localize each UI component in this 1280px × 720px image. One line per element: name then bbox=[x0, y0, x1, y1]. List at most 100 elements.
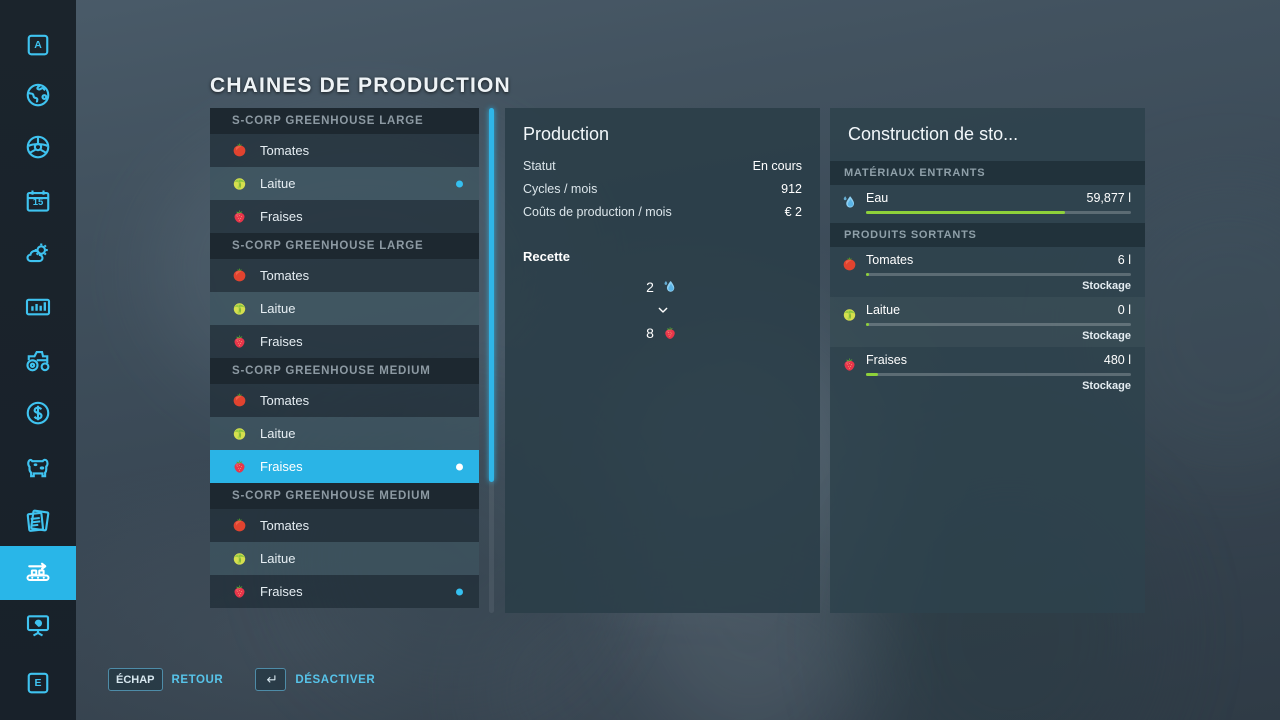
status-dot bbox=[456, 588, 463, 595]
lettuce-icon bbox=[840, 305, 859, 324]
storage-fill-bar-value bbox=[866, 373, 878, 376]
help-bar: ÉCHAP RETOUR DÉSACTIVER bbox=[108, 668, 375, 691]
status-dot bbox=[456, 180, 463, 187]
water-drop-icon bbox=[661, 278, 679, 296]
list-scrollbar-thumb[interactable] bbox=[489, 108, 494, 482]
sidebar-item-finances[interactable] bbox=[0, 386, 76, 440]
list-item[interactable]: Laitue bbox=[210, 292, 479, 325]
sidebar-item-weather[interactable] bbox=[0, 226, 76, 280]
recipe-amount: 2 bbox=[646, 279, 654, 295]
storage-panel-title: Construction de sto... bbox=[848, 124, 1019, 144]
tomato-icon bbox=[230, 266, 249, 285]
lettuce-icon bbox=[230, 424, 249, 443]
list-item-label: Tomates bbox=[260, 393, 310, 408]
keycap: ÉCHAP bbox=[108, 668, 163, 691]
list-item-label: Tomates bbox=[260, 518, 310, 533]
list-item-label: Laitue bbox=[260, 301, 296, 316]
production-stat-label: Coûts de production / mois bbox=[523, 205, 672, 219]
storage-row-value: 480 l bbox=[1103, 353, 1131, 367]
production-stat-label: Cycles / mois bbox=[523, 182, 598, 196]
sidebar-item-contracts[interactable] bbox=[0, 494, 76, 548]
list-item[interactable]: Laitue bbox=[210, 417, 479, 450]
production-stat-row: Coûts de production / mois € 2 bbox=[505, 205, 820, 219]
sidebar-item-key-label: A bbox=[34, 39, 42, 51]
storage-fill-bar-value bbox=[866, 273, 870, 276]
sidebar-item-steering-wheel[interactable] bbox=[0, 120, 76, 174]
tomato-icon bbox=[840, 255, 859, 274]
production-stat-value: En cours bbox=[752, 159, 802, 173]
sidebar-item-calendar[interactable]: 15 bbox=[0, 174, 76, 228]
sidebar-item-key-e[interactable]: E bbox=[0, 656, 76, 710]
recipe-amount: 8 bbox=[646, 325, 654, 341]
storage-row-sublabel: Stockage bbox=[1082, 330, 1131, 342]
list-group-header: S-CORP GREENHOUSE LARGE bbox=[210, 233, 479, 259]
recipe-row: 8 bbox=[505, 324, 820, 342]
production-list[interactable]: S-CORP GREENHOUSE LARGE Tomates Laitue Frai… bbox=[210, 108, 479, 613]
sidebar-item-key-a[interactable]: A bbox=[0, 18, 76, 72]
list-item[interactable]: Laitue bbox=[210, 542, 479, 575]
strawberry-icon bbox=[230, 457, 249, 476]
production-stat-label: Statut bbox=[523, 159, 556, 173]
lettuce-icon bbox=[230, 549, 249, 568]
storage-row-label: Tomates bbox=[866, 253, 914, 267]
storage-row-label: Fraises bbox=[866, 353, 907, 367]
sidebar-item-statistics[interactable] bbox=[0, 280, 76, 334]
help-action[interactable]: ÉCHAP RETOUR bbox=[108, 668, 223, 691]
finances-icon bbox=[23, 398, 53, 428]
contracts-icon bbox=[23, 506, 53, 536]
list-item[interactable]: Tomates bbox=[210, 259, 479, 292]
list-item[interactable]: Fraises bbox=[210, 325, 479, 358]
statistics-icon bbox=[23, 292, 53, 322]
strawberry-icon bbox=[661, 324, 679, 342]
weather-icon bbox=[23, 238, 53, 268]
strawberry-icon bbox=[230, 207, 249, 226]
sidebar-item-tractor[interactable] bbox=[0, 334, 76, 388]
list-item[interactable]: Fraises bbox=[210, 450, 479, 483]
tomato-icon bbox=[230, 141, 249, 160]
list-item[interactable]: Tomates bbox=[210, 384, 479, 417]
production-stat-value: € 2 bbox=[784, 205, 802, 219]
storage-row-sublabel: Stockage bbox=[1082, 280, 1131, 292]
sidebar-item-production-chains[interactable] bbox=[0, 546, 76, 600]
storage-fill-bar bbox=[866, 211, 1131, 214]
sidebar-item-key-label: 15 bbox=[32, 197, 44, 208]
storage-row-value: 6 l bbox=[1117, 253, 1131, 267]
storage-row: Laitue 0 l Stockage bbox=[830, 297, 1145, 347]
list-item[interactable]: Tomates bbox=[210, 509, 479, 542]
key-e-icon: E bbox=[23, 668, 53, 698]
help-action-label: DÉSACTIVER bbox=[295, 673, 376, 686]
list-item[interactable]: Laitue bbox=[210, 167, 479, 200]
calendar-icon: 15 bbox=[23, 186, 53, 216]
sidebar-item-map-overview[interactable] bbox=[0, 598, 76, 652]
list-item-label: Laitue bbox=[260, 176, 296, 191]
recipe-diagram: 28 bbox=[505, 278, 820, 342]
production-panel: Production Statut En cours Cycles / mois 91… bbox=[505, 108, 820, 613]
storage-row: Fraises 480 l Stockage bbox=[830, 347, 1145, 397]
storage-fill-bar-value bbox=[866, 323, 870, 326]
list-item-label: Tomates bbox=[260, 268, 310, 283]
storage-row-sublabel: Stockage bbox=[1082, 380, 1131, 392]
production-stat-row: Cycles / mois 912 bbox=[505, 182, 820, 196]
list-item[interactable]: Fraises bbox=[210, 575, 479, 608]
enter-key-icon bbox=[255, 668, 287, 691]
list-item-label: Fraises bbox=[260, 584, 303, 599]
chevron-down-icon bbox=[505, 302, 820, 318]
list-group-header: S-CORP GREENHOUSE MEDIUM bbox=[210, 358, 479, 384]
list-item[interactable]: Tomates bbox=[210, 134, 479, 167]
list-scrollbar[interactable] bbox=[489, 108, 494, 613]
production-panel-title: Production bbox=[523, 124, 610, 144]
sidebar-item-globe[interactable] bbox=[0, 68, 76, 122]
lettuce-icon bbox=[230, 174, 249, 193]
storage-fill-bar bbox=[866, 273, 1131, 276]
storage-section-header: MATÉRIAUX ENTRANTS bbox=[830, 161, 1145, 185]
list-item[interactable]: Fraises bbox=[210, 200, 479, 233]
globe-icon bbox=[23, 80, 53, 110]
animals-icon bbox=[23, 452, 53, 482]
recipe-row: 2 bbox=[505, 278, 820, 296]
tractor-icon bbox=[23, 346, 53, 376]
storage-row-label: Eau bbox=[866, 191, 889, 205]
storage-row-value: 59,877 l bbox=[1086, 191, 1131, 205]
list-item-label: Laitue bbox=[260, 551, 296, 566]
sidebar-item-animals[interactable] bbox=[0, 440, 76, 494]
help-action[interactable]: DÉSACTIVER bbox=[255, 668, 375, 691]
